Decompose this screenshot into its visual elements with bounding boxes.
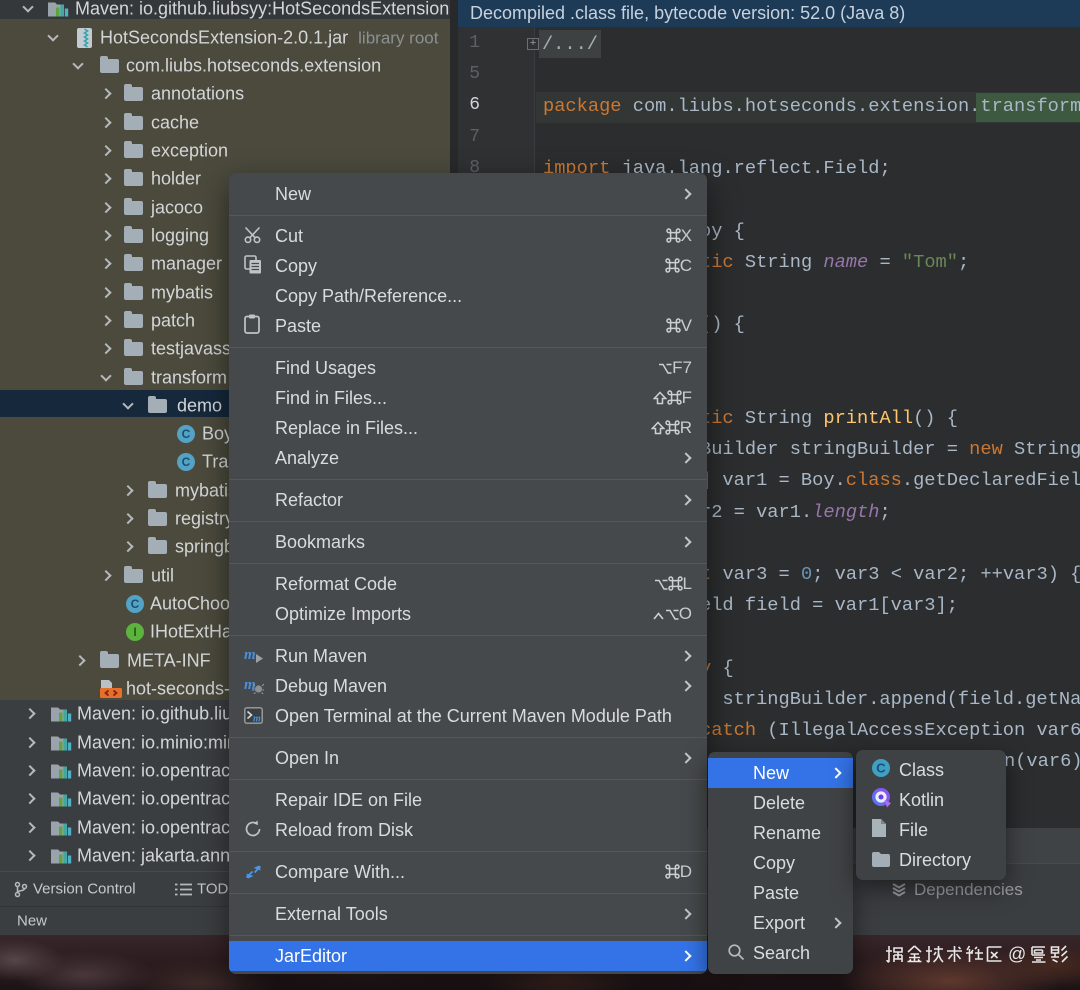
svg-text:m: m xyxy=(244,648,256,663)
svg-text:C: C xyxy=(876,761,886,776)
svg-text:m: m xyxy=(253,714,261,725)
